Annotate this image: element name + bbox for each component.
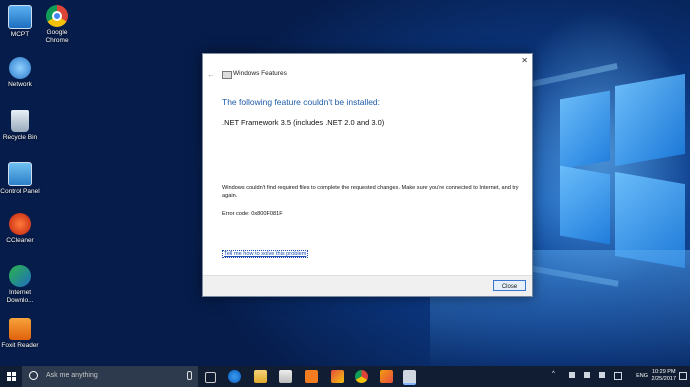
desktop-icon-label: Internet Downlo... [6,289,34,304]
volume-icon[interactable] [599,372,605,378]
desktop-icon-ccleaner[interactable]: CCleaner [0,213,40,245]
control-panel-icon [8,162,32,186]
recycle-bin-icon [11,110,29,132]
desktop-icon-label: CCleaner [6,237,34,244]
desktop: MCPT Google Chrome Network Recycle Bin C… [0,0,690,366]
ccleaner-icon [9,213,31,235]
wallpaper-logo-pane [560,165,610,245]
edge-icon[interactable] [228,370,241,383]
error-heading: The following feature couldn't be instal… [222,97,381,107]
puzzle-app-icon[interactable] [331,370,344,383]
desktop-icon-chrome[interactable]: Google Chrome [37,5,77,45]
foxit-icon [9,318,31,340]
close-button[interactable]: Close [493,280,526,291]
puzzle-app-icon[interactable] [380,370,393,383]
desktop-icon-foxit[interactable]: Foxit Reader [0,318,40,350]
store-icon[interactable] [279,370,292,383]
start-button[interactable] [0,366,22,387]
chrome-icon[interactable] [355,370,368,383]
desktop-icon-idm[interactable]: Internet Downlo... [0,265,40,305]
clock-time: 10:29 PM [651,369,676,375]
network-icon [9,57,31,79]
file-explorer-icon[interactable] [254,370,267,383]
back-arrow-icon[interactable]: ← [207,70,215,79]
task-view-icon[interactable] [205,372,216,383]
desktop-icon-control-panel[interactable]: Control Panel [0,162,40,196]
error-message: Windows couldn't find required files to … [222,185,519,199]
desktop-icon-label: Recycle Bin [2,134,38,141]
desktop-icon-mcpt[interactable]: MCPT [0,5,40,39]
keyboard-icon[interactable] [614,372,622,380]
search-placeholder: Ask me anything [46,372,98,379]
chevron-up-icon[interactable]: ^ [552,371,558,377]
language-indicator[interactable]: ENG [636,373,648,379]
dialog-footer: Close [203,275,532,296]
desktop-icon-label: Network [8,81,32,88]
wallpaper-logo-pane [560,90,610,170]
dialog-title: Windows Features [233,70,287,77]
error-code: Error code: 0x800F081F [222,211,283,217]
close-icon[interactable]: ✕ [521,56,528,65]
windows-features-dialog: ✕ ← Windows Features The following featu… [202,53,533,297]
help-link[interactable]: Tell me how to solve this problem [222,250,309,258]
search-icon [29,371,38,380]
chrome-icon [46,5,68,27]
feature-name: .NET Framework 3.5 (includes .NET 2.0 an… [222,118,385,127]
desktop-icon-label: Control Panel [0,188,40,195]
wallpaper-logo-pane [615,73,685,167]
windows-logo-icon [7,372,16,381]
desktop-icon-recycle-bin[interactable]: Recycle Bin [0,110,40,142]
battery-icon[interactable] [584,372,590,378]
search-box[interactable]: Ask me anything [22,366,198,387]
notifications-icon[interactable] [679,372,687,380]
desktop-icon-label: MCPT [10,31,30,38]
idm-icon [9,265,31,287]
desktop-icon-label: Foxit Reader [1,342,39,349]
monitor-icon [8,5,32,29]
clock-date: 2/25/2017 [651,376,676,382]
clock[interactable]: 10:29 PM 2/25/2017 [652,369,676,383]
xampp-icon[interactable] [305,370,318,383]
network-tray-icon[interactable] [569,372,575,378]
taskbar: Ask me anything ^ ENG 10:29 PM 2/25/2017 [0,366,690,387]
desktop-icon-network[interactable]: Network [0,57,40,89]
windows-features-icon[interactable] [403,370,416,385]
microphone-icon[interactable] [187,371,192,380]
windows-features-icon [222,71,232,79]
desktop-icon-label: Google Chrome [45,29,69,44]
